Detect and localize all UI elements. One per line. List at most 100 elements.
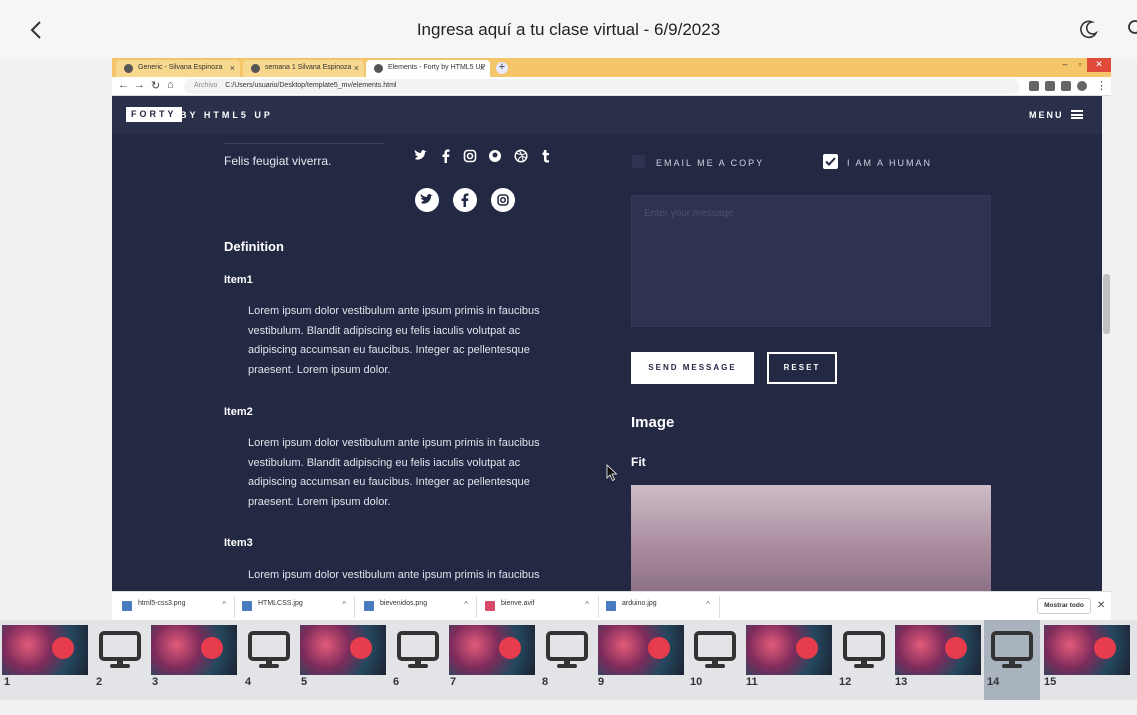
- download-filename: arduino.jpg: [622, 600, 657, 607]
- badge: [499, 637, 521, 659]
- site-logo-sub[interactable]: BY HTML5 UP: [180, 110, 273, 120]
- home-icon[interactable]: ⌂: [167, 79, 174, 91]
- instagram-icon[interactable]: [463, 149, 477, 163]
- email-copy-checkbox[interactable]: [632, 155, 645, 168]
- maximize-icon[interactable]: ▫: [1073, 58, 1087, 72]
- slide-thumbnail[interactable]: [394, 625, 442, 675]
- monitor-icon: [248, 631, 290, 668]
- twitter-icon[interactable]: [414, 149, 428, 163]
- slide-thumbnail[interactable]: [2, 625, 88, 675]
- badge: [350, 637, 372, 659]
- download-item[interactable]: arduino.jpg ^: [606, 600, 710, 614]
- scrollbar[interactable]: [1102, 96, 1111, 591]
- browser-tab-generic[interactable]: Generic - Silvana Espinoza ×: [116, 60, 240, 77]
- extension-icon[interactable]: [1029, 81, 1039, 91]
- item-text: Lorem ipsum dolor vestibulum ante ipsum …: [248, 305, 540, 376]
- slide-thumbnail[interactable]: [245, 625, 293, 675]
- globe-icon: [124, 64, 133, 73]
- facebook-icon: [461, 193, 469, 207]
- human-checkbox[interactable]: [823, 154, 838, 169]
- slide-thumbnail[interactable]: [691, 625, 739, 675]
- forward-icon[interactable]: →: [134, 79, 145, 91]
- slide-thumbnail[interactable]: [449, 625, 535, 675]
- slide-thumbnail[interactable]: [895, 625, 981, 675]
- image-file-icon: [364, 601, 374, 611]
- url-field[interactable]: Archivo C:/Users/usuario/Desktop/templat…: [184, 79, 1020, 94]
- browser-tab-elements[interactable]: Elements - Forty by HTML5 UP ×: [366, 60, 490, 77]
- page-title: Ingresa aquí a tu clase virtual - 6/9/20…: [416, 20, 721, 39]
- mouse-cursor-icon: [606, 464, 618, 482]
- browser-tab-semana[interactable]: semana 1 Silvana Espinoza ×: [243, 60, 364, 77]
- extension-icon[interactable]: [1045, 81, 1055, 91]
- badge: [1094, 637, 1116, 659]
- slide-number: 11: [746, 676, 758, 688]
- search-icon[interactable]: [1124, 16, 1137, 40]
- chevron-up-icon[interactable]: ^: [706, 600, 710, 609]
- close-icon[interactable]: ✕: [1097, 600, 1105, 611]
- back-icon[interactable]: ←: [118, 79, 129, 91]
- slide-thumbnail[interactable]: [1044, 625, 1130, 675]
- site-logo[interactable]: FORTY: [126, 107, 182, 122]
- moon-icon[interactable]: [1078, 18, 1100, 40]
- twitter-circle-button[interactable]: [415, 188, 439, 212]
- definition-heading: Definition: [224, 239, 284, 254]
- slide-thumbnail-active[interactable]: [988, 625, 1036, 675]
- slide-number: 2: [96, 676, 103, 688]
- message-textarea[interactable]: Enter your message: [631, 195, 991, 327]
- download-item[interactable]: bievenidos.png ^: [364, 600, 468, 614]
- intro-text: Felis feugiat viverra.: [224, 154, 332, 168]
- download-item[interactable]: bienve.avif ^: [485, 600, 589, 614]
- menu-link[interactable]: MENU: [1029, 110, 1064, 120]
- slide-number: 10: [690, 676, 703, 688]
- slide-number: 4: [245, 676, 252, 688]
- slide-number: 14: [987, 676, 1000, 688]
- divider: [354, 596, 355, 618]
- item-title: Item3: [224, 537, 253, 549]
- thumbnail-strip: 1 2 3 4 5 6 7 8 9 10 11 12 13 14 15: [0, 620, 1137, 700]
- chevron-up-icon[interactable]: ^: [464, 600, 468, 609]
- slide-thumbnail[interactable]: [746, 625, 832, 675]
- download-item[interactable]: html5-css3.png ^: [122, 600, 226, 614]
- slide-thumbnail[interactable]: [96, 625, 144, 675]
- slide-thumbnail[interactable]: [151, 625, 237, 675]
- download-item[interactable]: HTMLCSS.jpg ^: [242, 600, 346, 614]
- reload-icon[interactable]: ↻: [151, 79, 160, 92]
- chevron-up-icon[interactable]: ^: [222, 600, 226, 609]
- chevron-up-icon[interactable]: ^: [585, 600, 589, 609]
- chevron-up-icon[interactable]: ^: [342, 600, 346, 609]
- dribbble-icon[interactable]: [514, 149, 528, 163]
- facebook-circle-button[interactable]: [453, 188, 477, 212]
- slide-number: 15: [1044, 676, 1057, 688]
- window-close-icon[interactable]: ✕: [1087, 58, 1111, 72]
- hamburger-icon[interactable]: [1071, 110, 1083, 119]
- tab-label: Generic - Silvana Espinoza: [138, 64, 223, 71]
- send-message-button[interactable]: SEND MESSAGE: [631, 352, 754, 384]
- email-copy-label[interactable]: EMAIL ME A COPY: [656, 158, 764, 168]
- instagram-icon: [497, 194, 509, 206]
- facebook-icon[interactable]: [439, 149, 453, 163]
- human-label[interactable]: I AM A HUMAN: [847, 158, 932, 168]
- scrollbar-thumb[interactable]: [1103, 274, 1110, 334]
- slide-thumbnail[interactable]: [543, 625, 591, 675]
- slide-thumbnail[interactable]: [840, 625, 888, 675]
- close-icon[interactable]: ×: [354, 63, 359, 73]
- more-icon[interactable]: ⋮: [1096, 79, 1107, 92]
- url-prefix: Archivo: [194, 82, 218, 89]
- slide-thumbnail[interactable]: [598, 625, 684, 675]
- tumblr-icon[interactable]: [539, 149, 553, 163]
- tab-label: semana 1 Silvana Espinoza: [265, 64, 352, 71]
- monitor-icon: [843, 631, 885, 668]
- close-icon[interactable]: ×: [230, 63, 235, 73]
- minimize-icon[interactable]: –: [1058, 58, 1072, 72]
- avatar[interactable]: [1077, 81, 1087, 91]
- instagram-circle-button[interactable]: [491, 188, 515, 212]
- puzzle-icon[interactable]: [1061, 81, 1071, 91]
- github-icon[interactable]: [488, 149, 502, 163]
- close-icon[interactable]: ×: [480, 63, 485, 73]
- reset-button[interactable]: RESET: [767, 352, 837, 384]
- show-all-button[interactable]: Mostrar todo: [1037, 598, 1091, 614]
- fit-image: [631, 485, 991, 591]
- download-filename: bievenidos.png: [380, 600, 428, 607]
- new-tab-button[interactable]: +: [496, 62, 508, 74]
- slide-thumbnail[interactable]: [300, 625, 386, 675]
